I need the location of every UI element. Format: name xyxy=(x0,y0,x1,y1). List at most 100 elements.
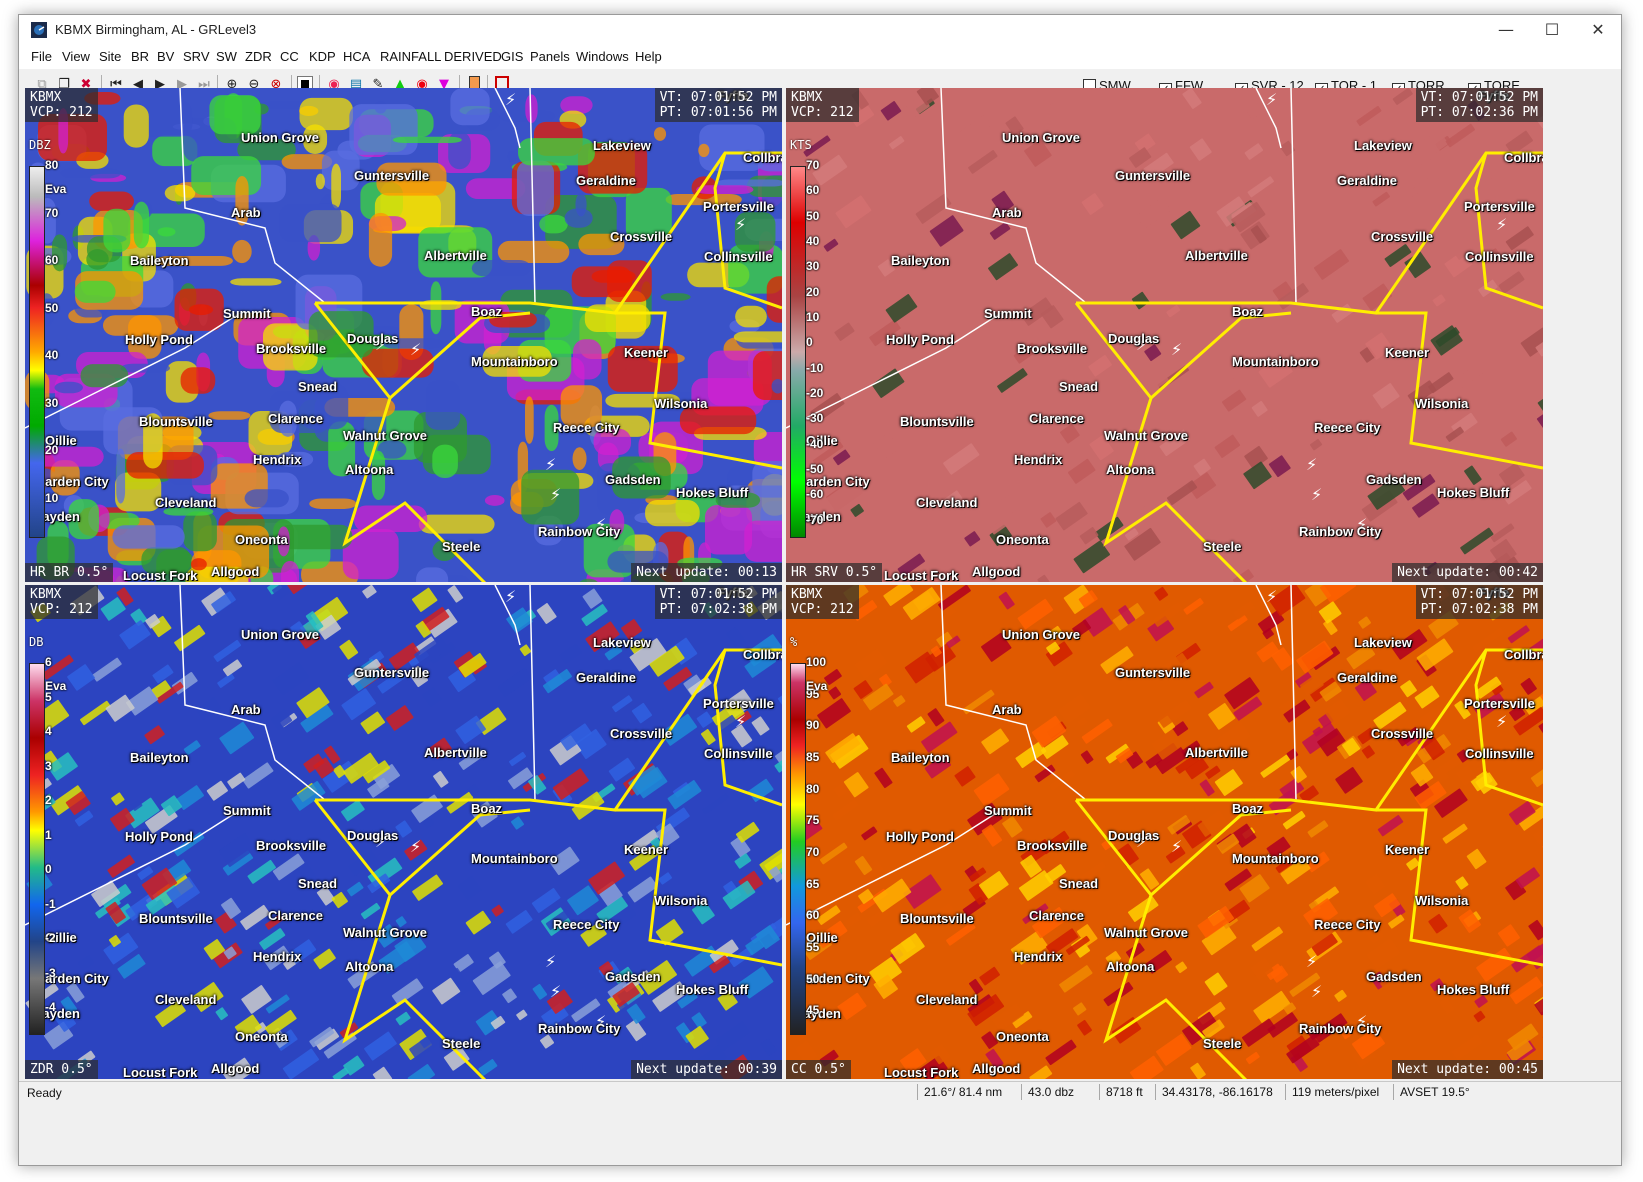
menu-srv[interactable]: SRV xyxy=(183,49,210,64)
city-label: Arab xyxy=(992,702,1022,717)
city-label: Summit xyxy=(984,306,1032,321)
menu-help[interactable]: Help xyxy=(635,49,662,64)
menu-cc[interactable]: CC xyxy=(280,49,299,64)
city-label: Crossville xyxy=(610,229,673,244)
menu-site[interactable]: Site xyxy=(99,49,121,64)
menu-file[interactable]: File xyxy=(31,49,52,64)
legend-label: Eva xyxy=(45,182,67,196)
minimize-button[interactable]: — xyxy=(1483,15,1529,45)
city-label: Portersville xyxy=(1464,696,1535,711)
legend-tick-label: 60 xyxy=(45,253,59,267)
product-label: CC 0.5° xyxy=(786,1060,851,1079)
menu-hca[interactable]: HCA xyxy=(343,49,370,64)
time-info: VT: 07:01:52 PM PT: 07:02:38 PM xyxy=(1415,585,1543,619)
next-update: Next update: 00:39 xyxy=(631,1060,782,1079)
city-label: Brooksville xyxy=(256,838,327,853)
legend-tick-label: 10 xyxy=(45,490,59,505)
city-label: Collinsville xyxy=(704,746,773,761)
lightning-icon: ⚡ xyxy=(1171,340,1182,359)
legend-tick-label: -30 xyxy=(806,411,824,426)
city-label: Union Grove xyxy=(1002,627,1081,642)
city-label: Wilsonia xyxy=(1415,396,1469,411)
lightning-icon: ⚡ xyxy=(1306,952,1317,971)
radar-panel-1[interactable]: ⚡ ⚡ ⚡ ⚡ ⚡ ⚡ ⚡ Union Grove Guntersville Arab Bailey… xyxy=(25,88,782,582)
legend-tick-label: 50 xyxy=(45,300,59,315)
menu-kdp[interactable]: KDP xyxy=(309,49,336,64)
product-label: HR BR 0.5° xyxy=(25,563,114,582)
legend-unit: DB xyxy=(29,635,44,649)
legend-tick-label: -1 xyxy=(45,896,56,911)
radar-panel-4[interactable]: ⚡ ⚡ ⚡ ⚡ ⚡ ⚡ ⚡ Union Grove Guntersville Arab Bailey… xyxy=(786,585,1543,1079)
menu-gis[interactable]: GIS xyxy=(501,49,523,64)
lightning-icon: ⚡ xyxy=(735,712,746,731)
menu-view[interactable]: View xyxy=(62,49,90,64)
maximize-button[interactable]: ☐ xyxy=(1529,15,1575,45)
legend-label: Eva xyxy=(806,679,828,693)
legend-unit: % xyxy=(790,635,798,649)
lightning-icon: ⚡ xyxy=(1266,90,1277,109)
city-label: Douglas xyxy=(347,331,399,346)
city-label: Mountainboro xyxy=(1232,354,1319,369)
legend-tick-label: 20 xyxy=(45,443,59,457)
city-label: Rainbow City xyxy=(1299,1021,1382,1036)
city-label: Summit xyxy=(223,306,271,321)
product-time: PT: 07:01:56 PM xyxy=(659,105,777,120)
menu-bv[interactable]: BV xyxy=(157,49,174,64)
city-label: Hokes Bluff xyxy=(676,982,749,997)
city-label: Portersville xyxy=(703,199,774,214)
city-label: Gadsden xyxy=(1366,472,1422,487)
legend-unit: DBZ xyxy=(29,138,51,152)
city-label: Crossville xyxy=(1371,726,1434,741)
legend-tick-label: -2 xyxy=(45,931,56,946)
lightning-icon: ⚡ xyxy=(410,340,421,359)
time-info: VT: 07:01:52 PM PT: 07:02:36 PM xyxy=(1415,88,1543,122)
menu-zdr[interactable]: ZDR xyxy=(245,49,272,64)
city-label: Altoona xyxy=(1106,462,1155,477)
city-label: Hokes Bluff xyxy=(1437,485,1510,500)
city-label: Gadsden xyxy=(605,969,661,984)
legend-tick-label: 80 xyxy=(45,158,59,172)
city-label: Altoona xyxy=(345,959,394,974)
legend-tick-label: 50 xyxy=(806,971,820,986)
legend-tick-label: 70 xyxy=(806,845,820,859)
product-label: ZDR 0.5° xyxy=(25,1060,98,1079)
menu-rainfall[interactable]: RAINFALL xyxy=(380,49,441,64)
city-label: Holly Pond xyxy=(125,332,193,347)
radar-panel-3[interactable]: ⚡ ⚡ ⚡ ⚡ ⚡ ⚡ ⚡ Union Grove Guntersville Arab Bailey… xyxy=(25,585,782,1079)
title-bar[interactable]: KBMX Birmingham, AL - GRLevel3 — ☐ ✕ xyxy=(19,15,1621,45)
menu-sw[interactable]: SW xyxy=(216,49,237,64)
city-label: Crossville xyxy=(1371,229,1434,244)
city-label: Hokes Bluff xyxy=(1437,982,1510,997)
time-info: VT: 07:01:52 PM PT: 07:01:56 PM xyxy=(654,88,782,122)
city-label: Steele xyxy=(1203,1036,1242,1051)
city-label: Walnut Grove xyxy=(343,428,428,443)
city-label: Locust Fork xyxy=(123,568,198,582)
city-label: Steele xyxy=(1203,539,1242,554)
menu-windows[interactable]: Windows xyxy=(576,49,629,64)
city-label: Geraldine xyxy=(576,670,636,685)
menu-panels[interactable]: Panels xyxy=(530,49,570,64)
menu-br[interactable]: BR xyxy=(131,49,149,64)
legend-tick-label: 10 xyxy=(806,310,820,324)
city-label: Albertville xyxy=(1185,745,1248,760)
city-label: Hendrix xyxy=(1014,949,1063,964)
menu-derived[interactable]: DERIVED xyxy=(444,49,502,64)
city-label: Mountainboro xyxy=(1232,851,1319,866)
city-label: Blountsville xyxy=(900,911,974,926)
city-label: Arab xyxy=(992,205,1022,220)
legend-tick-label: 65 xyxy=(806,876,820,891)
next-update: Next update: 00:13 xyxy=(631,563,782,582)
legend-tick-label: 0 xyxy=(45,862,52,877)
city-label: Wilsonia xyxy=(654,893,708,908)
close-button[interactable]: ✕ xyxy=(1575,15,1621,45)
city-label: Crossville xyxy=(610,726,673,741)
valid-time: VT: 07:01:52 PM xyxy=(1420,90,1538,105)
radar-panel-2[interactable]: ⚡ ⚡ ⚡ ⚡ ⚡ ⚡ ⚡ Union Grove Guntersville Arab Bailey… xyxy=(786,88,1543,582)
legend-tick-label: 20 xyxy=(806,284,820,299)
legend-label: Eva xyxy=(45,679,67,693)
lightning-icon: ⚡ xyxy=(1171,837,1182,856)
city-label: Cleveland xyxy=(916,495,978,510)
city-label: Albertville xyxy=(424,745,487,760)
city-label: Clarence xyxy=(268,908,323,923)
legend-tick-label: 85 xyxy=(806,750,820,764)
